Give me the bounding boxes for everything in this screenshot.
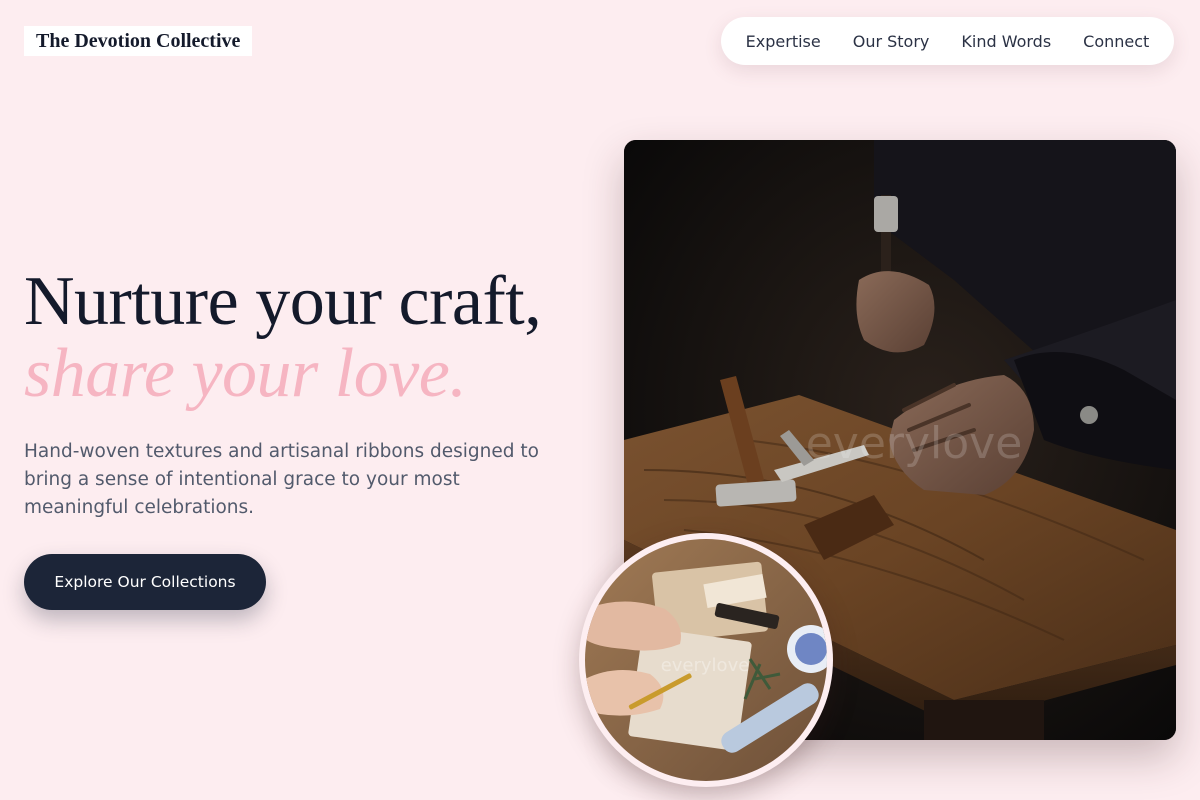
main-nav: Expertise Our Story Kind Words Connect (721, 17, 1174, 65)
main-photo-watermark: everylove (806, 418, 1023, 469)
nav-link-our-story[interactable]: Our Story (853, 32, 930, 51)
nav-link-kind-words[interactable]: Kind Words (961, 32, 1051, 51)
crafting-hands-photo-frame: everylove (585, 539, 827, 781)
hero-headline: Nurture your craft, share your love. (24, 263, 542, 412)
crafting-hands-illustration: everylove (585, 539, 827, 781)
crafting-hands-photo: everylove (579, 533, 833, 787)
hero-subtitle: Hand-woven textures and artisanal ribbon… (24, 441, 539, 518)
brand-logo[interactable]: The Devotion Collective (24, 26, 253, 56)
nav-link-expertise[interactable]: Expertise (746, 32, 821, 51)
headline-line-1: Nurture your craft, (24, 263, 542, 340)
headline-line-2-accent: share your love. (24, 335, 467, 412)
nav-link-connect[interactable]: Connect (1083, 32, 1149, 51)
small-photo-watermark: everylove (661, 655, 750, 676)
explore-collections-button[interactable]: Explore Our Collections (24, 554, 266, 610)
